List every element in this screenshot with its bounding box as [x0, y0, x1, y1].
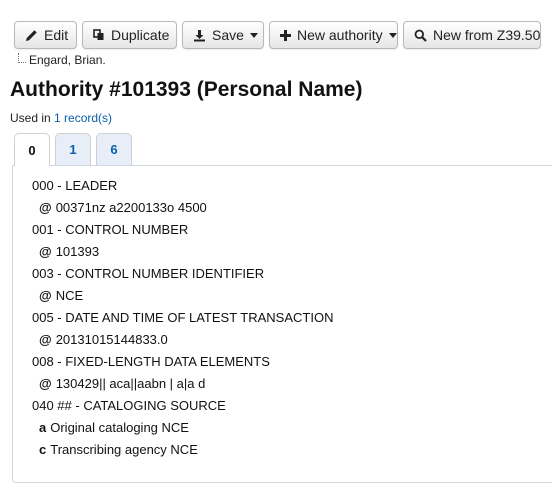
new-from-z3950-label: New from Z39.50	[433, 27, 541, 43]
used-in-label: Used in	[10, 111, 51, 125]
page-title: Authority #101393 (Personal Name)	[10, 78, 363, 101]
field-heading: 040 ## - CATALOGING SOURCE	[32, 398, 226, 413]
subfield: c Transcribing agency NCE	[32, 440, 542, 462]
new-authority-dropdown-button[interactable]: New authority	[269, 21, 398, 49]
search-icon	[414, 28, 427, 42]
subfield-value: Transcribing agency NCE	[50, 442, 198, 457]
tab-0[interactable]: 0	[14, 133, 50, 166]
subfield-value: 101393	[55, 244, 100, 259]
edit-button-label: Edit	[44, 27, 69, 43]
subfield-value: 00371nz a2200133o 4500	[55, 200, 207, 215]
save-button-label: Save	[212, 27, 244, 43]
field-heading: 001 - CONTROL NUMBER	[32, 222, 189, 237]
new-from-z3950-button[interactable]: New from Z39.50	[403, 21, 541, 49]
subfield-code: @	[39, 376, 52, 391]
subfield-value: NCE	[55, 288, 84, 303]
subfield-code: @	[39, 244, 52, 259]
duplicate-button[interactable]: Duplicate	[82, 21, 177, 49]
new-authority-button-label: New authority	[297, 27, 383, 43]
subfield-value: 20131015144833.0	[55, 332, 168, 347]
subfield-code: @	[39, 200, 52, 215]
subfield-code: @	[39, 332, 52, 347]
tree-connector-icon	[18, 53, 26, 63]
subfield-code: a	[39, 420, 47, 435]
subfield: @20131015144833.0	[32, 330, 542, 352]
marc-field: 003 - CONTROL NUMBER IDENTIFIER @ NCE	[32, 264, 542, 308]
usage-info: Used in 1 record(s)	[10, 111, 112, 125]
records-link[interactable]: 1 record(s)	[54, 111, 112, 125]
marc-field: 000 - LEADER @00371nz a2200133o 4500	[32, 176, 542, 220]
edit-button[interactable]: Edit	[14, 21, 77, 49]
marc-field: 005 - DATE AND TIME OF LATEST TRANSACTIO…	[32, 308, 542, 352]
plus-icon	[280, 28, 291, 42]
breadcrumb: Engard, Brian.	[18, 53, 106, 67]
marc-field: 008 - FIXED-LENGTH DATA ELEMENTS @130429…	[32, 352, 542, 396]
subfield-code: @	[39, 288, 52, 303]
field-heading: 003 - CONTROL NUMBER IDENTIFIER	[32, 266, 265, 281]
subfield: @ NCE	[32, 286, 542, 308]
marc-field: 040 ## - CATALOGING SOURCE a Original cat…	[32, 396, 542, 462]
tab-1[interactable]: 1	[55, 133, 91, 165]
subfield-value: 130429|| aca||aabn | a|a d	[55, 376, 206, 391]
subfield-code: c	[39, 442, 47, 457]
chevron-down-icon	[388, 33, 397, 38]
toolbar: Edit Duplicate Save New authority New fr…	[14, 21, 541, 49]
breadcrumb-heading: Engard, Brian.	[29, 53, 106, 67]
field-heading: 005 - DATE AND TIME OF LATEST TRANSACTIO…	[32, 310, 334, 325]
field-heading: 008 - FIXED-LENGTH DATA ELEMENTS	[32, 354, 270, 369]
tab-6[interactable]: 6	[96, 133, 132, 165]
subfield: @130429|| aca||aabn | a|a d	[32, 374, 542, 396]
subfield-value: Original cataloging NCE	[50, 420, 189, 435]
field-heading: 000 - LEADER	[32, 178, 118, 193]
pencil-icon	[25, 28, 38, 42]
marc-field: 001 - CONTROL NUMBER @101393	[32, 220, 542, 264]
subfield: a Original cataloging NCE	[32, 418, 542, 440]
duplicate-button-label: Duplicate	[111, 27, 170, 43]
save-dropdown-button[interactable]: Save	[182, 21, 264, 49]
download-icon	[193, 28, 206, 42]
tab-bar: 0 1 6	[14, 133, 132, 166]
chevron-down-icon	[249, 33, 258, 38]
subfield: @101393	[32, 242, 542, 264]
subfield: @00371nz a2200133o 4500	[32, 198, 542, 220]
copy-icon	[93, 28, 105, 42]
marc-fields: 000 - LEADER @00371nz a2200133o 4500 001…	[32, 176, 542, 462]
